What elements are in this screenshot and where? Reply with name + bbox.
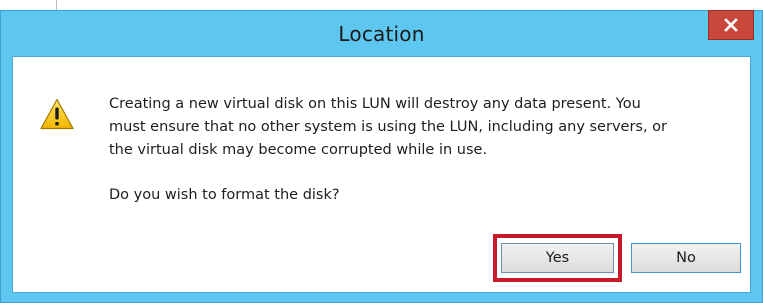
no-button[interactable]: No (631, 243, 741, 273)
dialog-question: Do you wish to format the disk? (109, 187, 340, 203)
yes-button[interactable]: Yes (501, 243, 614, 273)
dialog-title: Location (338, 22, 425, 46)
close-button[interactable] (708, 10, 754, 40)
location-dialog: Location Creating a new virtual disk on … (0, 10, 763, 303)
background-divider (56, 0, 57, 10)
dialog-content: Creating a new virtual disk on this LUN … (12, 56, 751, 293)
background-strip (0, 0, 763, 10)
dialog-titlebar[interactable]: Location (1, 10, 762, 56)
warning-icon (40, 98, 74, 130)
dialog-message: Creating a new virtual disk on this LUN … (109, 96, 668, 158)
close-icon (724, 18, 738, 32)
